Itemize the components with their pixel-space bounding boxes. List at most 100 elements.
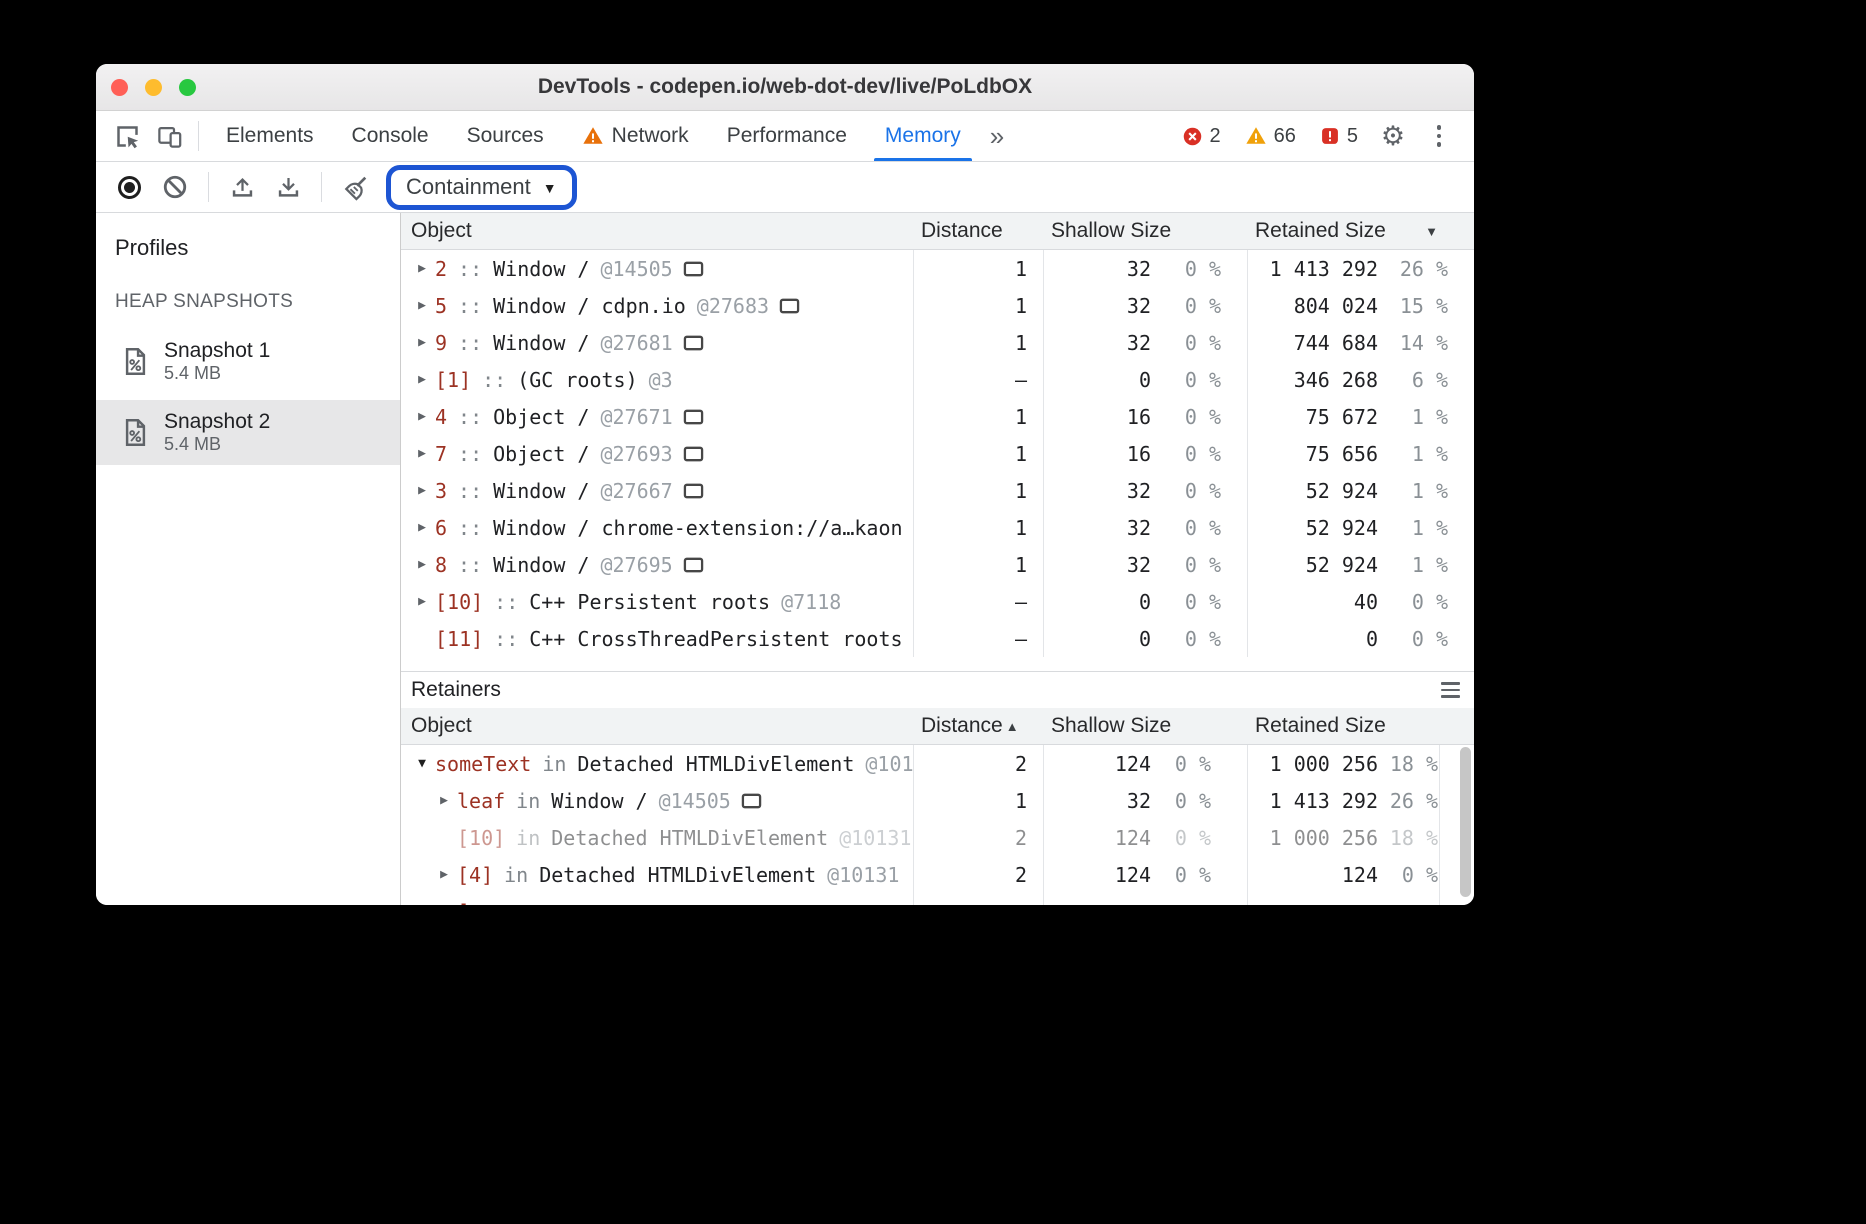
fullscreen-window-button[interactable] bbox=[179, 79, 196, 96]
expand-arrow-icon[interactable]: ▶ bbox=[431, 904, 457, 905]
heap-row[interactable]: ▶4::Object /@27671 1 160 % 75 6721 % bbox=[401, 398, 1474, 435]
expand-arrow-icon[interactable]: ▶ bbox=[409, 594, 435, 609]
retainer-row[interactable]: ▶[ bbox=[401, 893, 1474, 905]
column-header-retained-size[interactable]: Retained Size bbox=[1247, 714, 1474, 738]
more-tabs-button[interactable]: » bbox=[980, 121, 1014, 152]
shallow-size-percent: 0 % bbox=[1151, 294, 1247, 318]
retainers-title: Retainers bbox=[411, 678, 501, 702]
heap-row[interactable]: ▶2::Window /@14505 1 320 % 1 413 29226 % bbox=[401, 250, 1474, 287]
reveal-frame-icon[interactable] bbox=[683, 445, 704, 463]
load-profile-upload-icon[interactable] bbox=[221, 166, 263, 208]
sidebar-item-snapshot-1[interactable]: Snapshot 1 5.4 MB bbox=[96, 329, 400, 394]
reveal-frame-icon[interactable] bbox=[683, 556, 704, 574]
expand-arrow-icon[interactable]: ▶ bbox=[409, 483, 435, 498]
heap-row[interactable]: ▶5::Window / cdpn.io@27683 1 320 % 804 0… bbox=[401, 287, 1474, 324]
column-header-object[interactable]: Object bbox=[401, 219, 913, 243]
expand-arrow-icon[interactable]: ▶ bbox=[431, 867, 457, 882]
object-id: @10131 bbox=[827, 863, 899, 887]
clean-garbage-broom-icon[interactable] bbox=[334, 166, 376, 208]
retained-size-value: 75 656 bbox=[1306, 442, 1378, 466]
column-header-shallow-size[interactable]: Shallow Size bbox=[1043, 219, 1247, 243]
tab-console[interactable]: Console bbox=[333, 111, 448, 161]
heap-row[interactable]: ▶[1]::(GC roots)@3 – 00 % 346 2686 % bbox=[401, 361, 1474, 398]
tab-memory[interactable]: Memory bbox=[866, 111, 980, 161]
distance-value: 1 bbox=[913, 324, 1043, 361]
heap-row[interactable]: ▶3::Window /@27667 1 320 % 52 9241 % bbox=[401, 472, 1474, 509]
column-header-retained-size[interactable]: Retained Size ▼ bbox=[1247, 219, 1474, 243]
column-header-object[interactable]: Object bbox=[401, 714, 913, 738]
issues-count-badge[interactable]: 5 bbox=[1310, 125, 1368, 148]
snapshot-name: Snapshot 1 bbox=[164, 338, 270, 363]
column-header-distance[interactable]: Distance ▲ bbox=[913, 714, 1043, 738]
clear-profiles-icon[interactable] bbox=[154, 166, 196, 208]
tab-performance[interactable]: Performance bbox=[708, 111, 866, 161]
inspect-element-icon[interactable] bbox=[106, 115, 148, 157]
column-header-shallow-size[interactable]: Shallow Size bbox=[1043, 714, 1247, 738]
reveal-frame-icon[interactable] bbox=[683, 408, 704, 426]
shallow-size-percent: 0 % bbox=[1151, 331, 1247, 355]
warning-count-badge[interactable]: 66 bbox=[1235, 125, 1306, 148]
retained-size-percent: 15 % bbox=[1378, 294, 1474, 318]
expand-arrow-icon[interactable]: ▶ bbox=[409, 557, 435, 572]
expand-arrow-icon[interactable]: ▶ bbox=[409, 335, 435, 350]
reveal-frame-icon[interactable] bbox=[683, 334, 704, 352]
reveal-frame-icon[interactable] bbox=[779, 297, 800, 315]
error-count-badge[interactable]: 2 bbox=[1172, 125, 1231, 148]
device-toolbar-icon[interactable] bbox=[148, 115, 190, 157]
minimize-window-button[interactable] bbox=[145, 79, 162, 96]
expand-arrow-icon[interactable]: ▶ bbox=[409, 261, 435, 276]
object-name: Window / chrome-extension://a…kaon bbox=[493, 516, 902, 540]
object-id: @27671 bbox=[600, 405, 672, 429]
tab-sources[interactable]: Sources bbox=[448, 111, 563, 161]
retainer-row[interactable]: ▶leafinWindow /@14505 1 320 % 1 413 2922… bbox=[401, 782, 1474, 819]
retained-size-percent: 1 % bbox=[1378, 479, 1474, 503]
object-index: 6 bbox=[435, 516, 447, 540]
shallow-size-value: 0 bbox=[1139, 590, 1151, 614]
object-index: 4 bbox=[435, 405, 447, 429]
retained-size-percent: 1 % bbox=[1378, 553, 1474, 577]
more-options-icon[interactable] bbox=[1418, 115, 1460, 157]
save-profile-download-icon[interactable] bbox=[267, 166, 309, 208]
heap-snapshots-section-label: HEAP SNAPSHOTS bbox=[96, 291, 400, 313]
expand-arrow-icon[interactable]: ▶ bbox=[409, 520, 435, 535]
object-id: @27683 bbox=[697, 294, 769, 318]
expand-arrow-icon[interactable]: ▶ bbox=[431, 793, 457, 808]
vertical-scrollbar-thumb[interactable] bbox=[1460, 747, 1471, 897]
heap-row[interactable]: ▶8::Window /@27695 1 320 % 52 9241 % bbox=[401, 546, 1474, 583]
heap-row[interactable]: ▶7::Object /@27693 1 160 % 75 6561 % bbox=[401, 435, 1474, 472]
heap-row[interactable]: ▶[10]::C++ Persistent roots@7118 – 00 % … bbox=[401, 583, 1474, 620]
expand-arrow-icon[interactable]: ▶ bbox=[409, 298, 435, 313]
settings-gear-icon[interactable]: ⚙ bbox=[1372, 115, 1414, 157]
object-id: @10131 bbox=[865, 752, 913, 776]
collapse-arrow-icon[interactable]: ▼ bbox=[409, 756, 435, 771]
retained-size-percent: 0 % bbox=[1378, 627, 1474, 651]
take-snapshot-record-icon[interactable] bbox=[108, 166, 150, 208]
heap-row[interactable]: ▶[11]::C++ CrossThreadPersistent roots –… bbox=[401, 620, 1474, 657]
sidebar-item-snapshot-2[interactable]: Snapshot 2 5.4 MB bbox=[96, 400, 400, 465]
heap-snapshot-view: Object Distance Shallow Size Retained Si… bbox=[401, 213, 1474, 905]
expand-arrow-icon[interactable]: ▶ bbox=[409, 446, 435, 461]
reveal-frame-icon[interactable] bbox=[683, 482, 704, 500]
reveal-frame-icon[interactable] bbox=[741, 792, 762, 810]
expand-arrow-icon[interactable]: ▶ bbox=[409, 372, 435, 387]
error-icon bbox=[1182, 126, 1203, 147]
column-header-distance[interactable]: Distance bbox=[913, 219, 1043, 243]
view-selector-dropdown[interactable]: Containment ▼ bbox=[406, 174, 557, 200]
expand-arrow-icon[interactable]: ▶ bbox=[409, 409, 435, 424]
shallow-size-value: 16 bbox=[1127, 442, 1151, 466]
retainer-row[interactable]: ▼someTextinDetached HTMLDivElement@10131… bbox=[401, 745, 1474, 782]
distance-value: 1 bbox=[913, 509, 1043, 546]
object-index: [10] bbox=[435, 590, 483, 614]
tab-network[interactable]: Network bbox=[563, 111, 708, 161]
retainer-row[interactable]: ▶[10]inDetached HTMLDivElement@10131 2 1… bbox=[401, 819, 1474, 856]
heap-row[interactable]: ▶6::Window / chrome-extension://a…kaon 1… bbox=[401, 509, 1474, 546]
retainer-row[interactable]: ▶[4]inDetached HTMLDivElement@10131 2 12… bbox=[401, 856, 1474, 893]
reveal-frame-icon[interactable] bbox=[683, 260, 704, 278]
shallow-size-value: 32 bbox=[1127, 479, 1151, 503]
close-window-button[interactable] bbox=[111, 79, 128, 96]
retainers-menu-icon[interactable] bbox=[1441, 682, 1460, 698]
object-name: Object / bbox=[493, 442, 589, 466]
heap-row[interactable]: ▶9::Window /@27681 1 320 % 744 68414 % bbox=[401, 324, 1474, 361]
object-name: Window / bbox=[493, 257, 589, 281]
tab-elements[interactable]: Elements bbox=[207, 111, 333, 161]
